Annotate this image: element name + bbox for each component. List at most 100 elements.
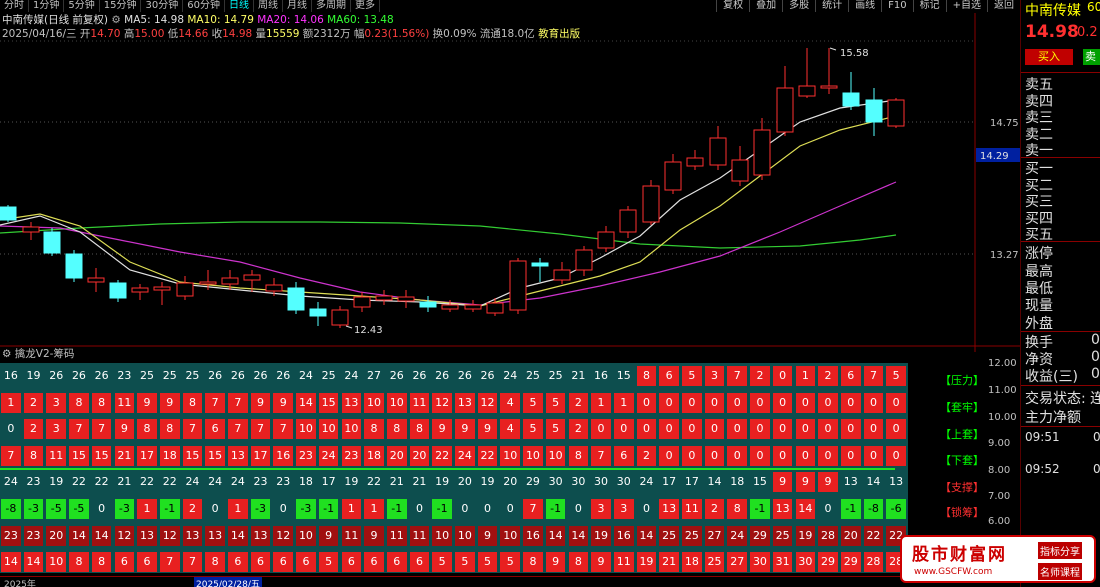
candle-body [776,87,794,133]
grid-cell: 0 [840,392,861,413]
grid-cell: 16 [594,369,609,382]
candle-body [375,295,393,301]
grid-cell: 17 [250,445,271,466]
grid-cell: 14 [69,525,89,546]
grid-cell: 26 [389,369,404,382]
watermark-tag2: 名师课程 [1038,563,1082,580]
grid-cell: 8 [523,552,543,573]
candle-body [642,185,660,223]
ma60-path [0,221,897,249]
grid-cell: 0 [824,502,832,515]
grid-cell: 5 [318,552,339,573]
watermark-url: www.GSCFW.com [914,567,993,577]
grid-cell: 9 [114,419,135,440]
indicator-name[interactable]: 擒龙V2-筹码 [15,348,75,360]
grid-cell: 8 [386,419,407,440]
grid-cell: 26 [435,369,450,382]
grid-cell: 26 [208,369,223,382]
candle-body [331,309,349,326]
grid-cell: 8 [69,392,89,413]
grid-cell: 8 [182,392,203,413]
grid-cell: 7 [182,552,203,573]
grid-cell: 22 [94,475,109,489]
divider [1021,241,1100,242]
grid-cell: 13 [659,499,679,519]
grid-cell: 17 [321,475,336,489]
grid-cell: 5 [477,552,498,573]
divider [1021,72,1100,73]
grid-cell: 6 [114,552,135,573]
grid-cell: 7 [228,419,248,440]
grid-cell: 19 [591,525,611,546]
grid-cell: 0 [863,392,884,413]
grid-cell: 9 [818,472,838,493]
grid-cell: 11 [114,392,135,413]
sell-button[interactable]: 卖 [1083,49,1100,65]
grid-cell: 25 [772,525,793,546]
grid-cell: 2 [750,366,770,386]
ma20-line [0,181,897,306]
grid-cell: 30 [616,475,631,489]
grid-cell: 24 [639,475,654,489]
grid-cell: 14 [23,552,44,573]
grid-cell: 9 [159,392,180,413]
grid-cell: 21 [117,475,132,489]
grid-cell: 0 [636,392,657,413]
grid-cell: 22 [367,475,382,489]
grid-cell: 26 [49,369,64,382]
grid-cell: -3 [250,499,271,519]
grid-cell: 22 [162,475,177,489]
outer-vol-label: 外盘 [1025,316,1053,332]
grid-cell: 11 [341,525,362,546]
grid-cell: 8 [205,552,225,573]
grid-cell: 7 [159,552,180,573]
grid-cell: 25 [140,369,155,382]
grid-cell: 14 [636,525,657,546]
grid-cell: 0 [772,366,793,386]
gear-icon[interactable]: ⚙ [2,348,11,360]
grid-cell: 15 [205,445,225,466]
grid-cell: 9 [250,392,271,413]
candle-body [287,287,305,311]
grid-cell: 0 [818,419,838,440]
grid-cell: 22 [477,445,498,466]
grid-cell: -1 [545,499,566,519]
grid-cell: 7 [591,445,611,466]
candle-body [221,277,239,285]
grid-cell: 4 [500,419,521,440]
candle-body [43,231,61,254]
candle-body [441,304,459,310]
grid-cell: 9 [455,419,475,440]
buy-button[interactable]: 买入 [1025,49,1073,65]
panel-price: 14.98 [1025,22,1079,42]
grid-cell: 0 [795,419,816,440]
grid-cell: 10 [341,419,362,440]
grid-cell: 14 [545,525,566,546]
grid-cell: 26 [71,369,86,382]
grid-cell: 23 [26,475,41,489]
candle-body [865,99,883,123]
grid-cell: -1 [750,499,770,519]
grid-cell: 7 [523,499,543,519]
price-tick-1: 14.75 [990,118,1019,129]
grid-cell: 0 [840,445,861,466]
grid-cell: 6 [205,419,225,440]
candle-body [87,277,105,283]
grid-cell: 10 [500,525,521,546]
grid-cell: 0 [682,392,702,413]
date-year: 2025年 [4,580,36,587]
candlestick-chart[interactable]: 14.75 14.29 13.27 15.58 12.43 [0,0,1020,352]
price-tick-3: 13.27 [990,250,1019,261]
grid-cell: 15 [616,369,631,382]
grid-cell: 0 [659,445,679,466]
candle-body [553,269,571,281]
grid-cell: 26 [276,369,291,382]
grid-cell: 3 [613,499,634,519]
grid-cell: 5 [523,392,543,413]
grid-cell: 9 [477,419,498,440]
grid-cell: 0 [506,502,514,515]
grid-cell: 23 [276,475,291,489]
grid-cell: 14 [795,499,816,519]
grid-cell: 0 [682,445,702,466]
grid-cell: 0 [772,445,793,466]
